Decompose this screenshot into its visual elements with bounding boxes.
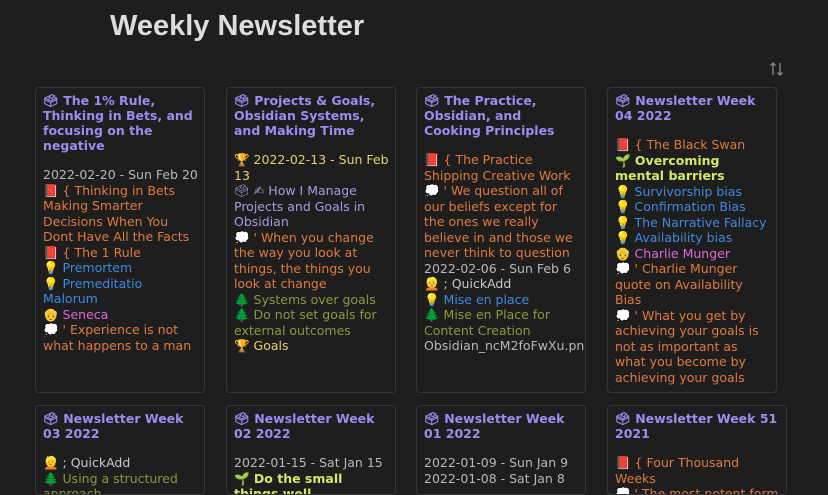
card-line[interactable]: 🌱 Overcoming mental barriers (615, 153, 770, 184)
newsletter-card[interactable]: 🗳 The Practice, Obsidian, and Cooking Pr… (416, 87, 586, 393)
page-title: Weekly Newsletter (110, 10, 364, 43)
card-line: 🏆 2022-02-13 - Sun Feb 13 (234, 152, 389, 183)
card-line[interactable]: 🌱 Do the small things well (234, 471, 389, 495)
newsletter-card[interactable]: 🗳 Newsletter Week 04 2022 📕 { The Black S… (607, 87, 777, 393)
card-line[interactable]: 💡 Availability bias (615, 230, 770, 246)
newsletter-card[interactable]: 🗳 Projects & Goals, Obsidian Systems, an… (226, 87, 396, 393)
card-title-link[interactable]: 🗳 Newsletter Week 01 2022 (424, 411, 579, 441)
spacer (234, 441, 389, 455)
card-line[interactable]: 💭 ' What you get by achieving your goals… (615, 308, 770, 386)
card-line[interactable]: 💭 ' When you change the way you look at … (234, 230, 389, 292)
card-line[interactable]: 📕 { The 1 Rule (43, 245, 198, 261)
card-line[interactable]: 💭 ' We question all of our beliefs excep… (424, 183, 579, 261)
card-line[interactable]: 💡 Premortem (43, 260, 198, 276)
card-line[interactable]: 💭 ' The most potent form (615, 486, 780, 495)
card-line[interactable]: 💡 Mise en place (424, 292, 579, 308)
card-line[interactable]: 👴 Charlie Munger (615, 246, 770, 262)
card-line[interactable]: 💭 ' Experience is not what happens to a … (43, 322, 198, 353)
card-line[interactable]: 📕 { The Black Swan (615, 137, 770, 153)
sort-button[interactable] (766, 58, 788, 80)
card-line: 👱 ; QuickAdd (424, 276, 579, 292)
card-line[interactable]: 🏆 Goals (234, 338, 389, 354)
spacer (234, 138, 389, 152)
spacer (43, 153, 198, 167)
card-line[interactable]: 🌲 Systems over goals (234, 292, 389, 308)
card-line[interactable]: 💡 Confirmation Bias (615, 199, 770, 215)
card-line: 2022-02-20 - Sun Feb 20 (43, 167, 198, 183)
spacer (615, 123, 770, 137)
card-line[interactable]: 👴 Seneca (43, 307, 198, 323)
card-line[interactable]: 📕 { The Practice Shipping Creative Work (424, 152, 579, 183)
card-line[interactable]: 🌲 Mise en Place for Content Creation (424, 307, 579, 338)
card-line[interactable]: 💡 Premeditatio Malorum (43, 276, 198, 307)
card-line: 2022-01-08 - Sat Jan 8 (424, 471, 579, 487)
card-line: 👱 ; QuickAdd (43, 455, 198, 471)
newsletter-card[interactable]: 🗳 Newsletter Week 02 2022 2022-01-15 - Sa… (226, 405, 396, 495)
newsletter-card[interactable]: 🗳 Newsletter Week 01 2022 2022-01-09 - Su… (416, 405, 586, 495)
spacer (615, 441, 780, 455)
newsletter-card[interactable]: 🗳 Newsletter Week 03 2022 👱 ; QuickAdd🌲 U… (35, 405, 205, 495)
spacer (43, 441, 198, 455)
card-line: 2022-01-09 - Sun Jan 9 (424, 455, 579, 471)
card-title-link[interactable]: 🗳 The Practice, Obsidian, and Cooking Pr… (424, 93, 579, 138)
card-line[interactable]: 📕 { Thinking in Bets Making Smarter Deci… (43, 183, 198, 245)
card-line[interactable]: 💡 Survivorship bias (615, 184, 770, 200)
card-title-link[interactable]: 🗳 Projects & Goals, Obsidian Systems, an… (234, 93, 389, 138)
card-line: 2022-02-06 - Sun Feb 6 (424, 261, 579, 277)
sort-icon (769, 61, 785, 77)
card-title-link[interactable]: 🗳 Newsletter Week 03 2022 (43, 411, 198, 441)
card-line[interactable]: 💡 The Narrative Fallacy (615, 215, 770, 231)
spacer (424, 441, 579, 455)
spacer (424, 138, 579, 152)
card-title-link[interactable]: 🗳 Newsletter Week 04 2022 (615, 93, 770, 123)
card-line[interactable]: 🗳 ✍ How I Manage Projects and Goals in O… (234, 183, 389, 230)
card-title-link[interactable]: 🗳 Newsletter Week 02 2022 (234, 411, 389, 441)
newsletter-card[interactable]: 🗳 The 1% Rule, Thinking in Bets, and foc… (35, 87, 205, 393)
card-line[interactable]: 📕 { Four Thousand Weeks (615, 455, 780, 486)
card-line: Obsidian_ncM2foFwXu.png (424, 338, 579, 354)
card-title-link[interactable]: 🗳 The 1% Rule, Thinking in Bets, and foc… (43, 93, 198, 153)
card-line: 2022-01-15 - Sat Jan 15 (234, 455, 389, 471)
card-line[interactable]: 🌲 Do not set goals for external outcomes (234, 307, 389, 338)
card-line[interactable]: 💭 ' Charlie Munger quote on Availability… (615, 261, 770, 308)
newsletter-card[interactable]: 🗳 Newsletter Week 51 2021 📕 { Four Thousa… (607, 405, 787, 495)
card-line[interactable]: 🌲 Using a structured approach (43, 471, 198, 495)
card-title-link[interactable]: 🗳 Newsletter Week 51 2021 (615, 411, 780, 441)
